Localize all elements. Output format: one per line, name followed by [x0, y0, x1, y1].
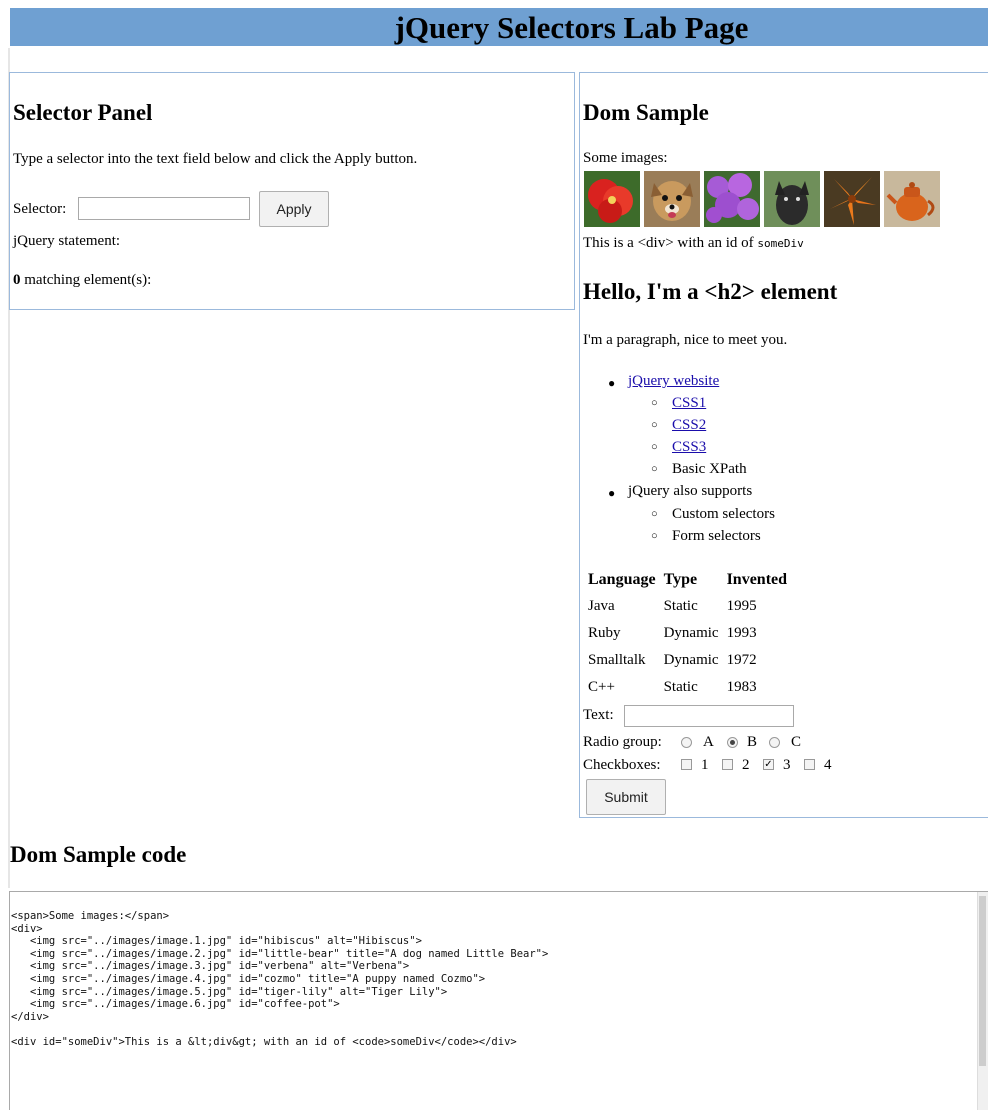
some-div-text: This is a <div> with an id of [583, 235, 758, 251]
bullet-icon: ● [608, 486, 616, 500]
list-item-also-supports: jQuery also supports [628, 483, 753, 499]
some-div-code: someDiv [757, 237, 804, 250]
checkbox-2[interactable] [722, 759, 733, 770]
sample-paragraph: I'm a paragraph, nice to meet you. [583, 332, 788, 348]
checkbox-1[interactable] [681, 759, 692, 770]
circle-bullet-icon: ○ [651, 508, 658, 520]
page-title: jQuery Selectors Lab Page [394, 10, 749, 45]
some-div: This is a <div> with an id of someDiv [583, 235, 804, 252]
table-cell: Smalltalk [588, 652, 646, 668]
tiger-lily-image[interactable] [824, 171, 880, 227]
little-bear-image[interactable] [644, 171, 700, 227]
code-scrollbar[interactable] [977, 892, 988, 1110]
bullet-icon: ● [608, 376, 616, 390]
checkbox-2-label: 2 [742, 757, 750, 773]
selector-panel: Selector Panel Type a selector into the … [9, 72, 575, 310]
checkbox-3-label: 3 [783, 757, 791, 773]
table-cell: C++ [588, 679, 615, 695]
selector-panel-heading: Selector Panel [13, 100, 153, 125]
list-item-form-selectors: Form selectors [672, 528, 761, 544]
circle-bullet-icon: ○ [651, 397, 658, 409]
checkbox-4[interactable] [804, 759, 815, 770]
languages-table: Language Type Invented Java Static 1995 … [584, 566, 791, 701]
code-source: <span>Some images:</span> <div> <img src… [11, 910, 549, 1048]
table-row: Ruby Dynamic 1993 [584, 620, 791, 647]
checkbox-1-label: 1 [701, 757, 709, 773]
table-cell: Dynamic [663, 652, 719, 668]
table-cell: Ruby [588, 625, 621, 641]
table-header: Invented [726, 570, 788, 588]
table-row: Smalltalk Dynamic 1972 [584, 647, 791, 674]
dom-sample-panel: Dom Sample Some images: This is a <div> … [579, 72, 988, 818]
css1-link[interactable]: CSS1 [672, 395, 706, 412]
h2-element: Hello, I'm a <h2> element [583, 279, 838, 304]
table-cell: 1983 [726, 679, 757, 695]
jquery-statement-label: jQuery statement: [13, 233, 121, 249]
radio-c[interactable] [769, 737, 780, 748]
circle-bullet-icon: ○ [651, 419, 658, 431]
table-cell: Dynamic [663, 625, 719, 641]
submit-button[interactable]: Submit [586, 779, 666, 815]
table-row: Java Static 1995 [584, 593, 791, 620]
selector-input[interactable] [78, 197, 250, 220]
apply-button[interactable]: Apply [259, 191, 329, 227]
circle-bullet-icon: ○ [651, 463, 658, 475]
selector-instructions: Type a selector into the text field belo… [13, 151, 418, 167]
table-header: Type [663, 570, 698, 588]
match-count-label: matching element(s): [20, 272, 152, 288]
table-row: C++ Static 1983 [584, 674, 791, 701]
verbena-image[interactable] [704, 171, 760, 227]
table-cell: Java [588, 598, 615, 614]
jquery-website-link[interactable]: jQuery website [628, 373, 719, 390]
scrollbar-thumb[interactable] [979, 896, 986, 1066]
radio-a[interactable] [681, 737, 692, 748]
text-field-label: Text: [583, 707, 614, 723]
checkboxes-label: Checkboxes: [583, 757, 661, 773]
table-cell: 1993 [726, 625, 757, 641]
radio-a-label: A [703, 734, 714, 750]
images-label: Some images: [583, 150, 668, 166]
table-cell: Static [663, 598, 698, 614]
circle-bullet-icon: ○ [651, 441, 658, 453]
table-header: Language [588, 570, 656, 588]
dom-sample-heading: Dom Sample [583, 100, 709, 125]
css3-link[interactable]: CSS3 [672, 439, 706, 456]
match-count-line: 0 matching element(s): [13, 272, 151, 289]
css2-link[interactable]: CSS2 [672, 417, 706, 434]
radio-group-label: Radio group: [583, 734, 662, 750]
match-count: 0 [13, 272, 21, 288]
code-heading: Dom Sample code [10, 842, 187, 867]
page-banner: jQuery Selectors Lab Page [10, 8, 988, 46]
radio-b[interactable] [727, 737, 738, 748]
coffee-pot-image[interactable] [884, 171, 940, 227]
table-header-row: Language Type Invented [584, 566, 791, 593]
selector-label: Selector: [13, 201, 67, 217]
hibiscus-image[interactable] [584, 171, 640, 227]
table-cell: 1995 [726, 598, 757, 614]
radio-b-label: B [747, 734, 758, 750]
circle-bullet-icon: ○ [651, 530, 658, 542]
table-cell: Static [663, 679, 698, 695]
list-item-basic-xpath: Basic XPath [672, 461, 747, 477]
checkbox-4-label: 4 [824, 757, 832, 773]
cozmo-image[interactable] [764, 171, 820, 227]
text-field[interactable] [624, 705, 794, 727]
list-item-custom-selectors: Custom selectors [672, 506, 775, 522]
table-cell: 1972 [726, 652, 757, 668]
checkbox-3[interactable]: ✓ [763, 759, 774, 770]
code-box[interactable]: <span>Some images:</span> <div> <img src… [9, 891, 988, 1110]
radio-c-label: C [791, 734, 802, 750]
